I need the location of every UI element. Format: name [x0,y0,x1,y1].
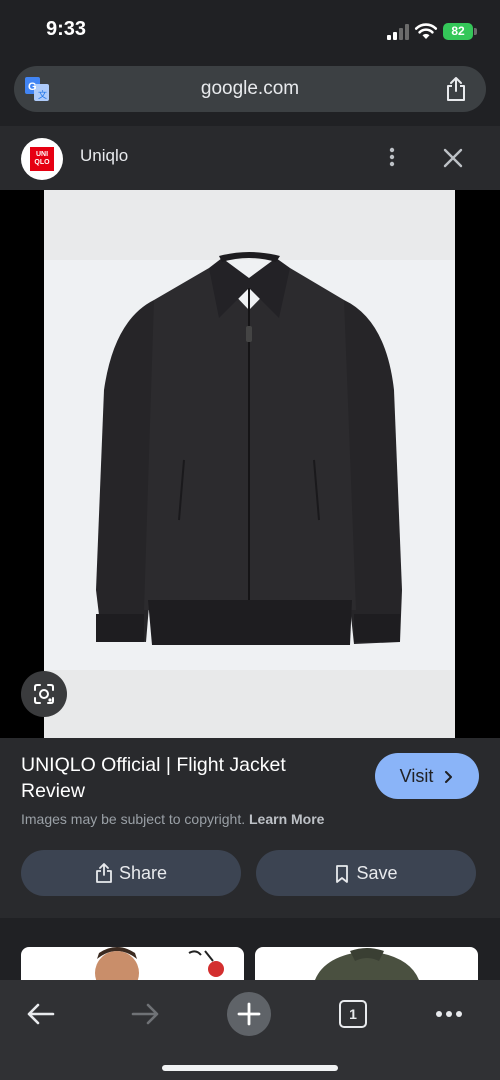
battery-tip [474,28,477,35]
lens-search-button[interactable] [21,671,67,717]
url-text[interactable]: google.com [14,66,486,112]
save-label: Save [356,863,398,883]
new-tab-button[interactable] [227,992,271,1036]
copyright-text: Images may be subject to copyright. [21,811,246,827]
related-results [0,918,500,980]
back-icon[interactable] [19,992,63,1036]
battery-indicator: 82 [443,23,473,40]
browser-toolbar: 1 [0,980,500,1080]
result-info: UNIQLO Official | Flight Jacket Review V… [0,738,500,918]
chevron-right-icon [445,771,453,783]
copyright-notice: Images may be subject to copyright. Lear… [21,811,324,827]
related-image [95,947,224,980]
home-indicator [162,1065,338,1071]
cellular-signal-icon [387,24,409,40]
status-time: 9:33 [46,18,87,40]
site-name: Uniqlo [80,146,129,165]
forward-icon[interactable] [123,992,167,1036]
save-button[interactable]: Save [256,850,476,896]
share-label: Share [118,863,168,883]
visit-button[interactable]: Visit [375,753,479,799]
result-title[interactable]: UNIQLO Official | Flight Jacket Review [21,752,351,804]
share-button[interactable]: Share [21,850,241,896]
related-image [315,948,419,980]
image-viewer [0,190,500,738]
related-thumbnail[interactable] [255,947,478,980]
share-icon [96,863,112,883]
status-bar: 9:33 82 [0,0,500,62]
uniqlo-logo: UNI QLO [21,138,63,180]
more-horiz-icon[interactable] [427,992,471,1036]
logo-mark: UNI QLO [30,147,54,171]
new-tab-icon [237,1002,261,1026]
visit-label: Visit [399,766,434,786]
tab-count: 1 [339,1000,367,1028]
more-vert-icon[interactable] [380,145,404,169]
bookmark-icon [336,865,349,883]
product-image[interactable] [44,190,455,738]
result-header: UNI QLO Uniqlo [0,126,500,190]
related-thumbnail[interactable] [21,947,244,980]
address-bar[interactable]: G 文 google.com [14,66,486,112]
close-icon[interactable] [440,145,466,171]
tabs-button[interactable]: 1 [331,992,375,1036]
share-icon[interactable] [444,76,468,102]
wifi-icon [414,23,438,39]
lens-icon [34,684,54,704]
flight-jacket-image [96,252,402,645]
learn-more-link[interactable]: Learn More [249,811,324,827]
